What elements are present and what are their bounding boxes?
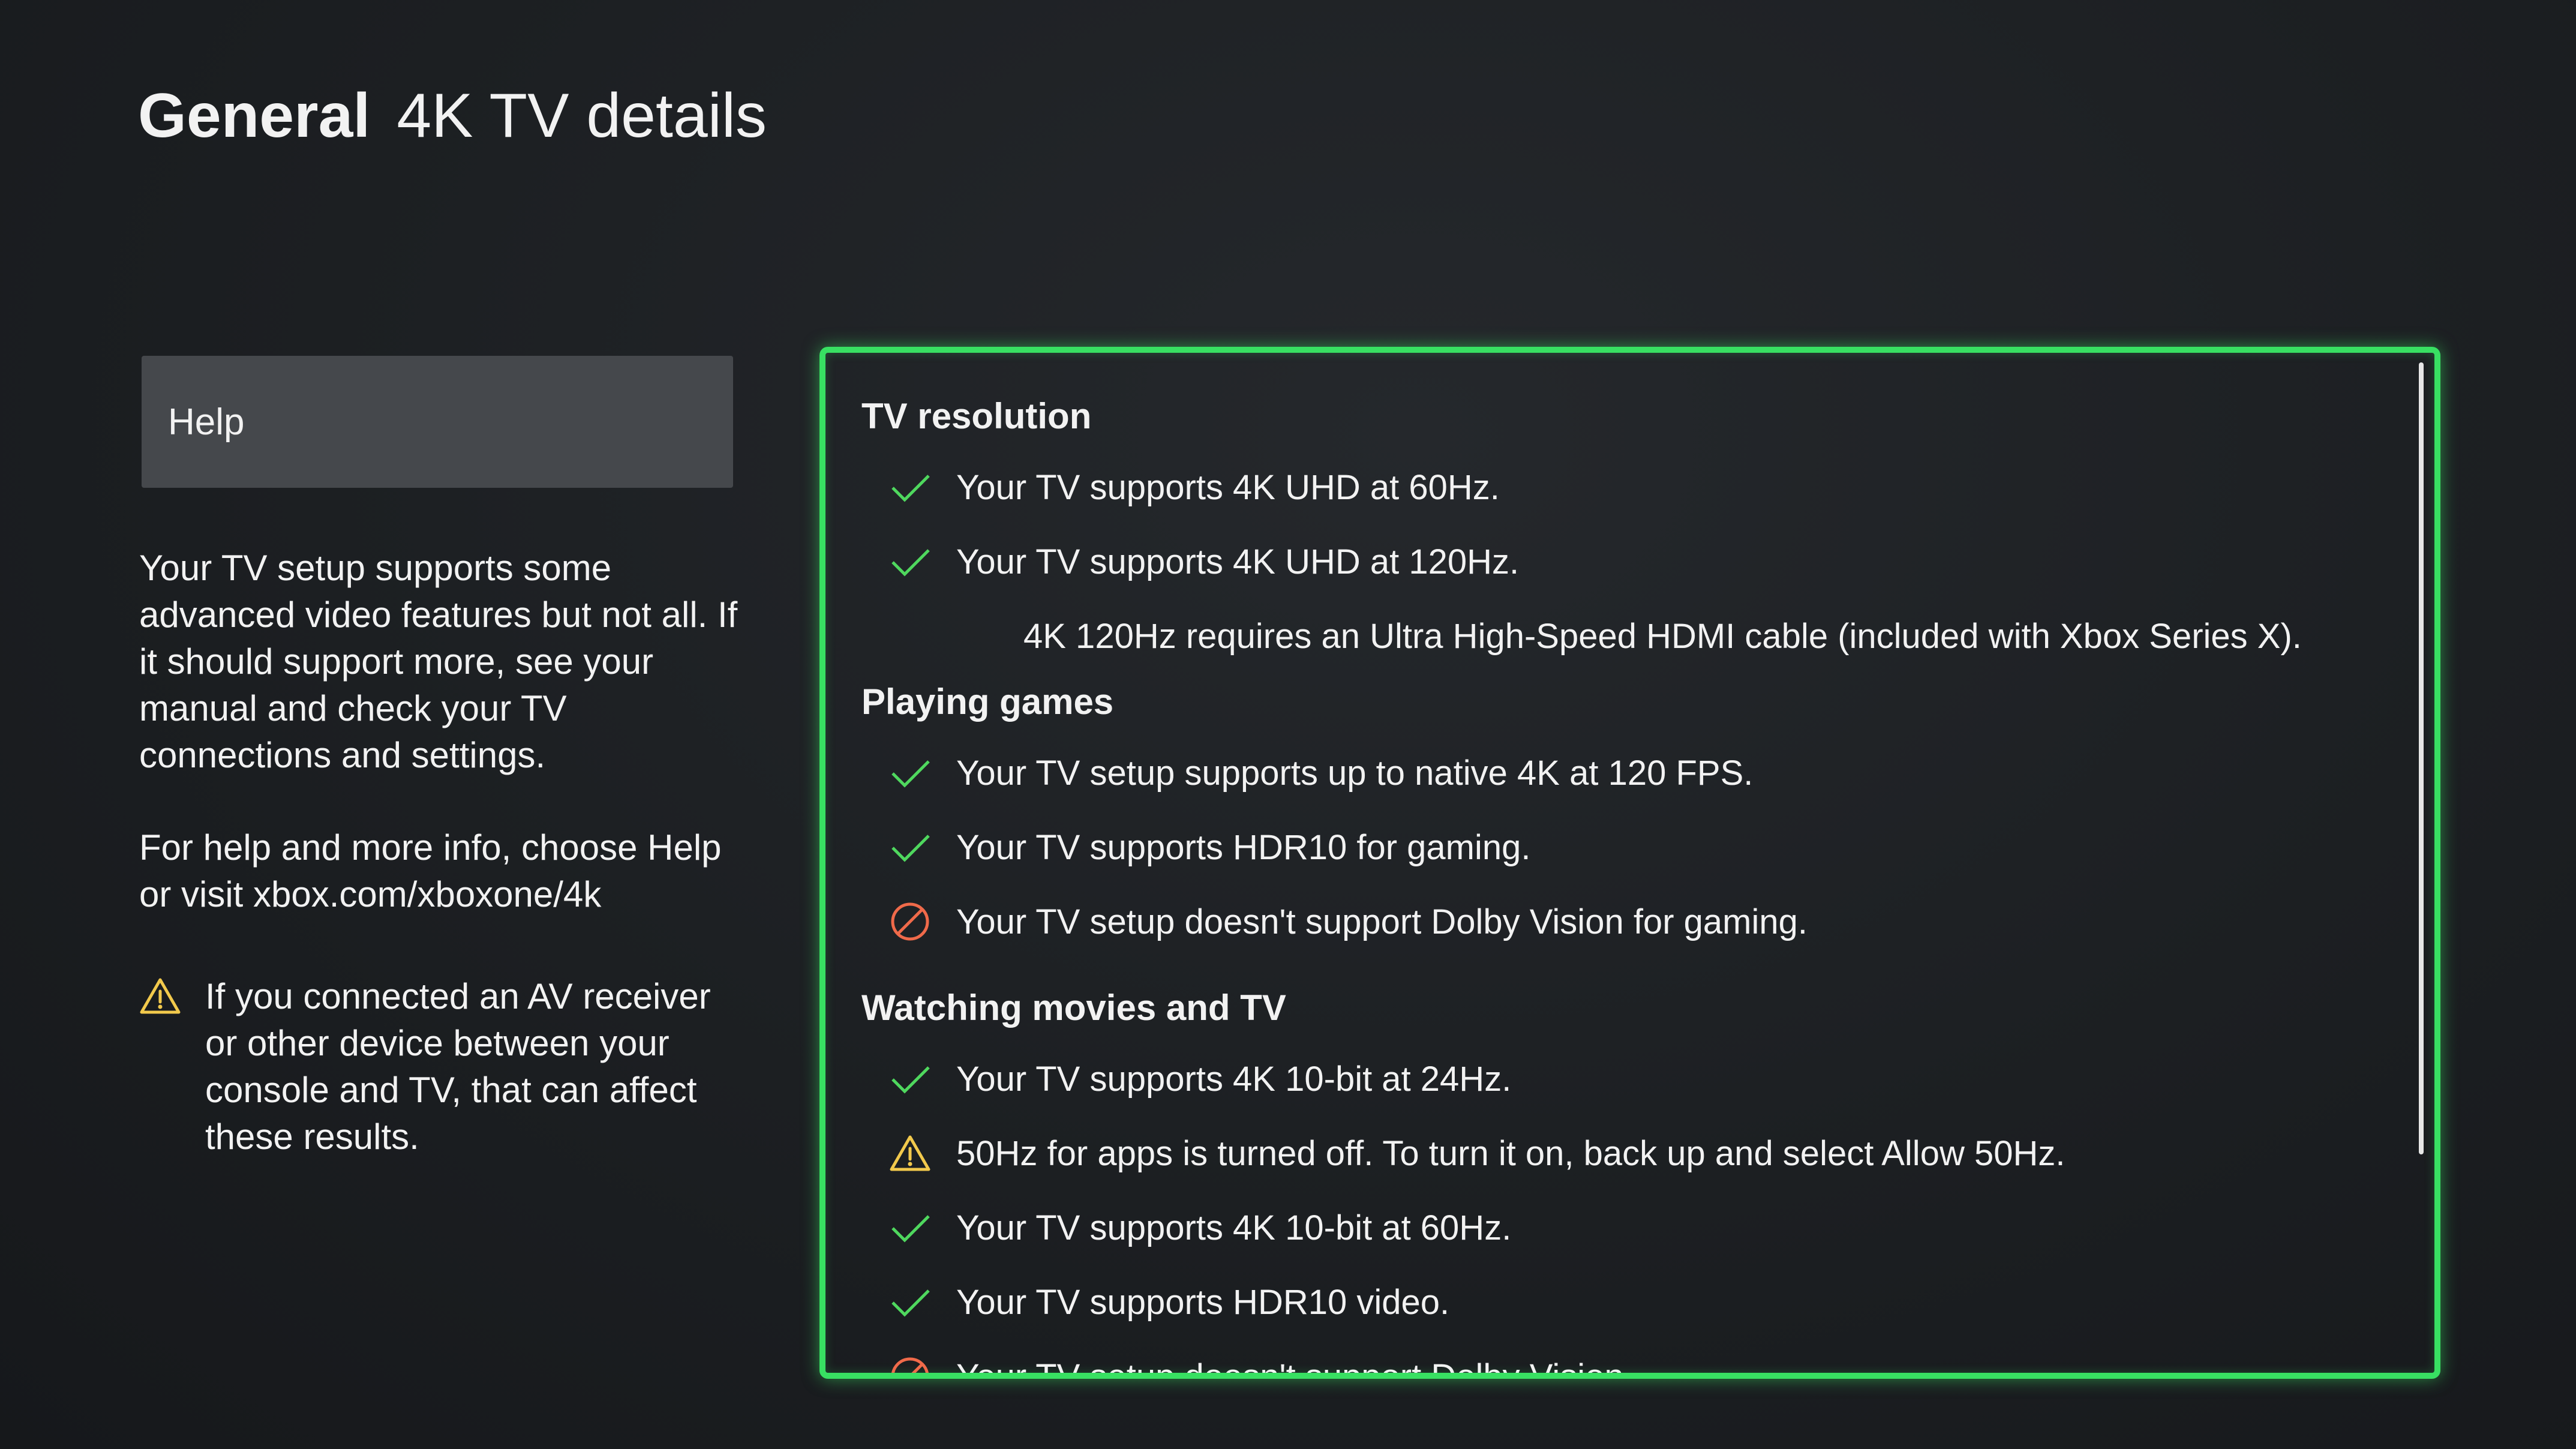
status-row: Your TV supports HDR10 for gaming.: [861, 810, 2361, 884]
status-row: Your TV supports 4K UHD at 60Hz.: [861, 450, 2361, 524]
status-text: Your TV supports 4K UHD at 120Hz.: [956, 542, 1520, 581]
status-row: Your TV supports HDR10 video.: [861, 1265, 2361, 1339]
av-receiver-warning: If you connected an AV receiver or other…: [139, 973, 745, 1160]
check-icon: [861, 1285, 956, 1319]
warning-note-text: If you connected an AV receiver or other…: [205, 976, 711, 1157]
status-row: Your TV supports 4K 10-bit at 24Hz.: [861, 1042, 2361, 1116]
section-title-tv-resolution: TV resolution: [861, 396, 1092, 436]
blocked-icon: [861, 901, 956, 943]
page-section-title: General: [138, 81, 371, 151]
check-icon: [861, 830, 956, 864]
warning-icon: [139, 973, 205, 1160]
status-text: Your TV supports 4K 10-bit at 60Hz.: [956, 1208, 1512, 1247]
page-title: 4K TV details: [397, 81, 767, 151]
status-text: Your TV supports 4K UHD at 60Hz.: [956, 467, 1500, 507]
status-row: 50Hz for apps is turned off. To turn it …: [861, 1116, 2361, 1190]
status-text: Your TV supports HDR10 video.: [956, 1282, 1450, 1322]
check-icon: [861, 756, 956, 790]
status-text: Your TV supports 4K 10-bit at 24Hz.: [956, 1059, 1512, 1099]
section-title-watching-movies: Watching movies and TV: [861, 988, 1286, 1028]
details-panel[interactable]: TV resolution Your TV supports 4K UHD at…: [819, 347, 2440, 1379]
setup-description: Your TV setup supports some advanced vid…: [139, 548, 738, 775]
blocked-icon: [861, 1355, 956, 1373]
help-info-text: For help and more info, choose Help or v…: [139, 827, 722, 914]
status-text: Your TV setup supports up to native 4K a…: [956, 753, 1754, 793]
status-text: 50Hz for apps is turned off. To turn it …: [956, 1133, 2065, 1173]
hdmi-cable-note: 4K 120Hz requires an Ultra High-Speed HD…: [1023, 616, 2302, 656]
status-row: Your TV setup doesn't support Dolby Visi…: [861, 1339, 2361, 1379]
status-row: Your TV supports 4K 10-bit at 60Hz.: [861, 1190, 2361, 1265]
help-button[interactable]: Help: [142, 356, 733, 488]
page-header: General 4K TV details: [138, 77, 767, 155]
status-text: Your TV supports HDR10 for gaming.: [956, 827, 1531, 867]
details-content: TV resolution Your TV supports 4K UHD at…: [861, 395, 2361, 1379]
check-icon: [861, 470, 956, 504]
help-button-label: Help: [168, 401, 245, 443]
status-text: Your TV setup doesn't support Dolby Visi…: [956, 1357, 1624, 1379]
status-text: Your TV setup doesn't support Dolby Visi…: [956, 902, 1808, 941]
check-icon: [861, 1062, 956, 1096]
status-row: Your TV setup doesn't support Dolby Visi…: [861, 884, 2361, 959]
scrollbar[interactable]: [2419, 362, 2424, 1154]
check-icon: [861, 545, 956, 578]
check-icon: [861, 1211, 956, 1244]
status-row: Your TV supports 4K UHD at 120Hz.: [861, 524, 2361, 599]
status-row: Your TV setup supports up to native 4K a…: [861, 736, 2361, 810]
section-title-playing-games: Playing games: [861, 682, 1114, 722]
warning-icon: [861, 1134, 956, 1172]
